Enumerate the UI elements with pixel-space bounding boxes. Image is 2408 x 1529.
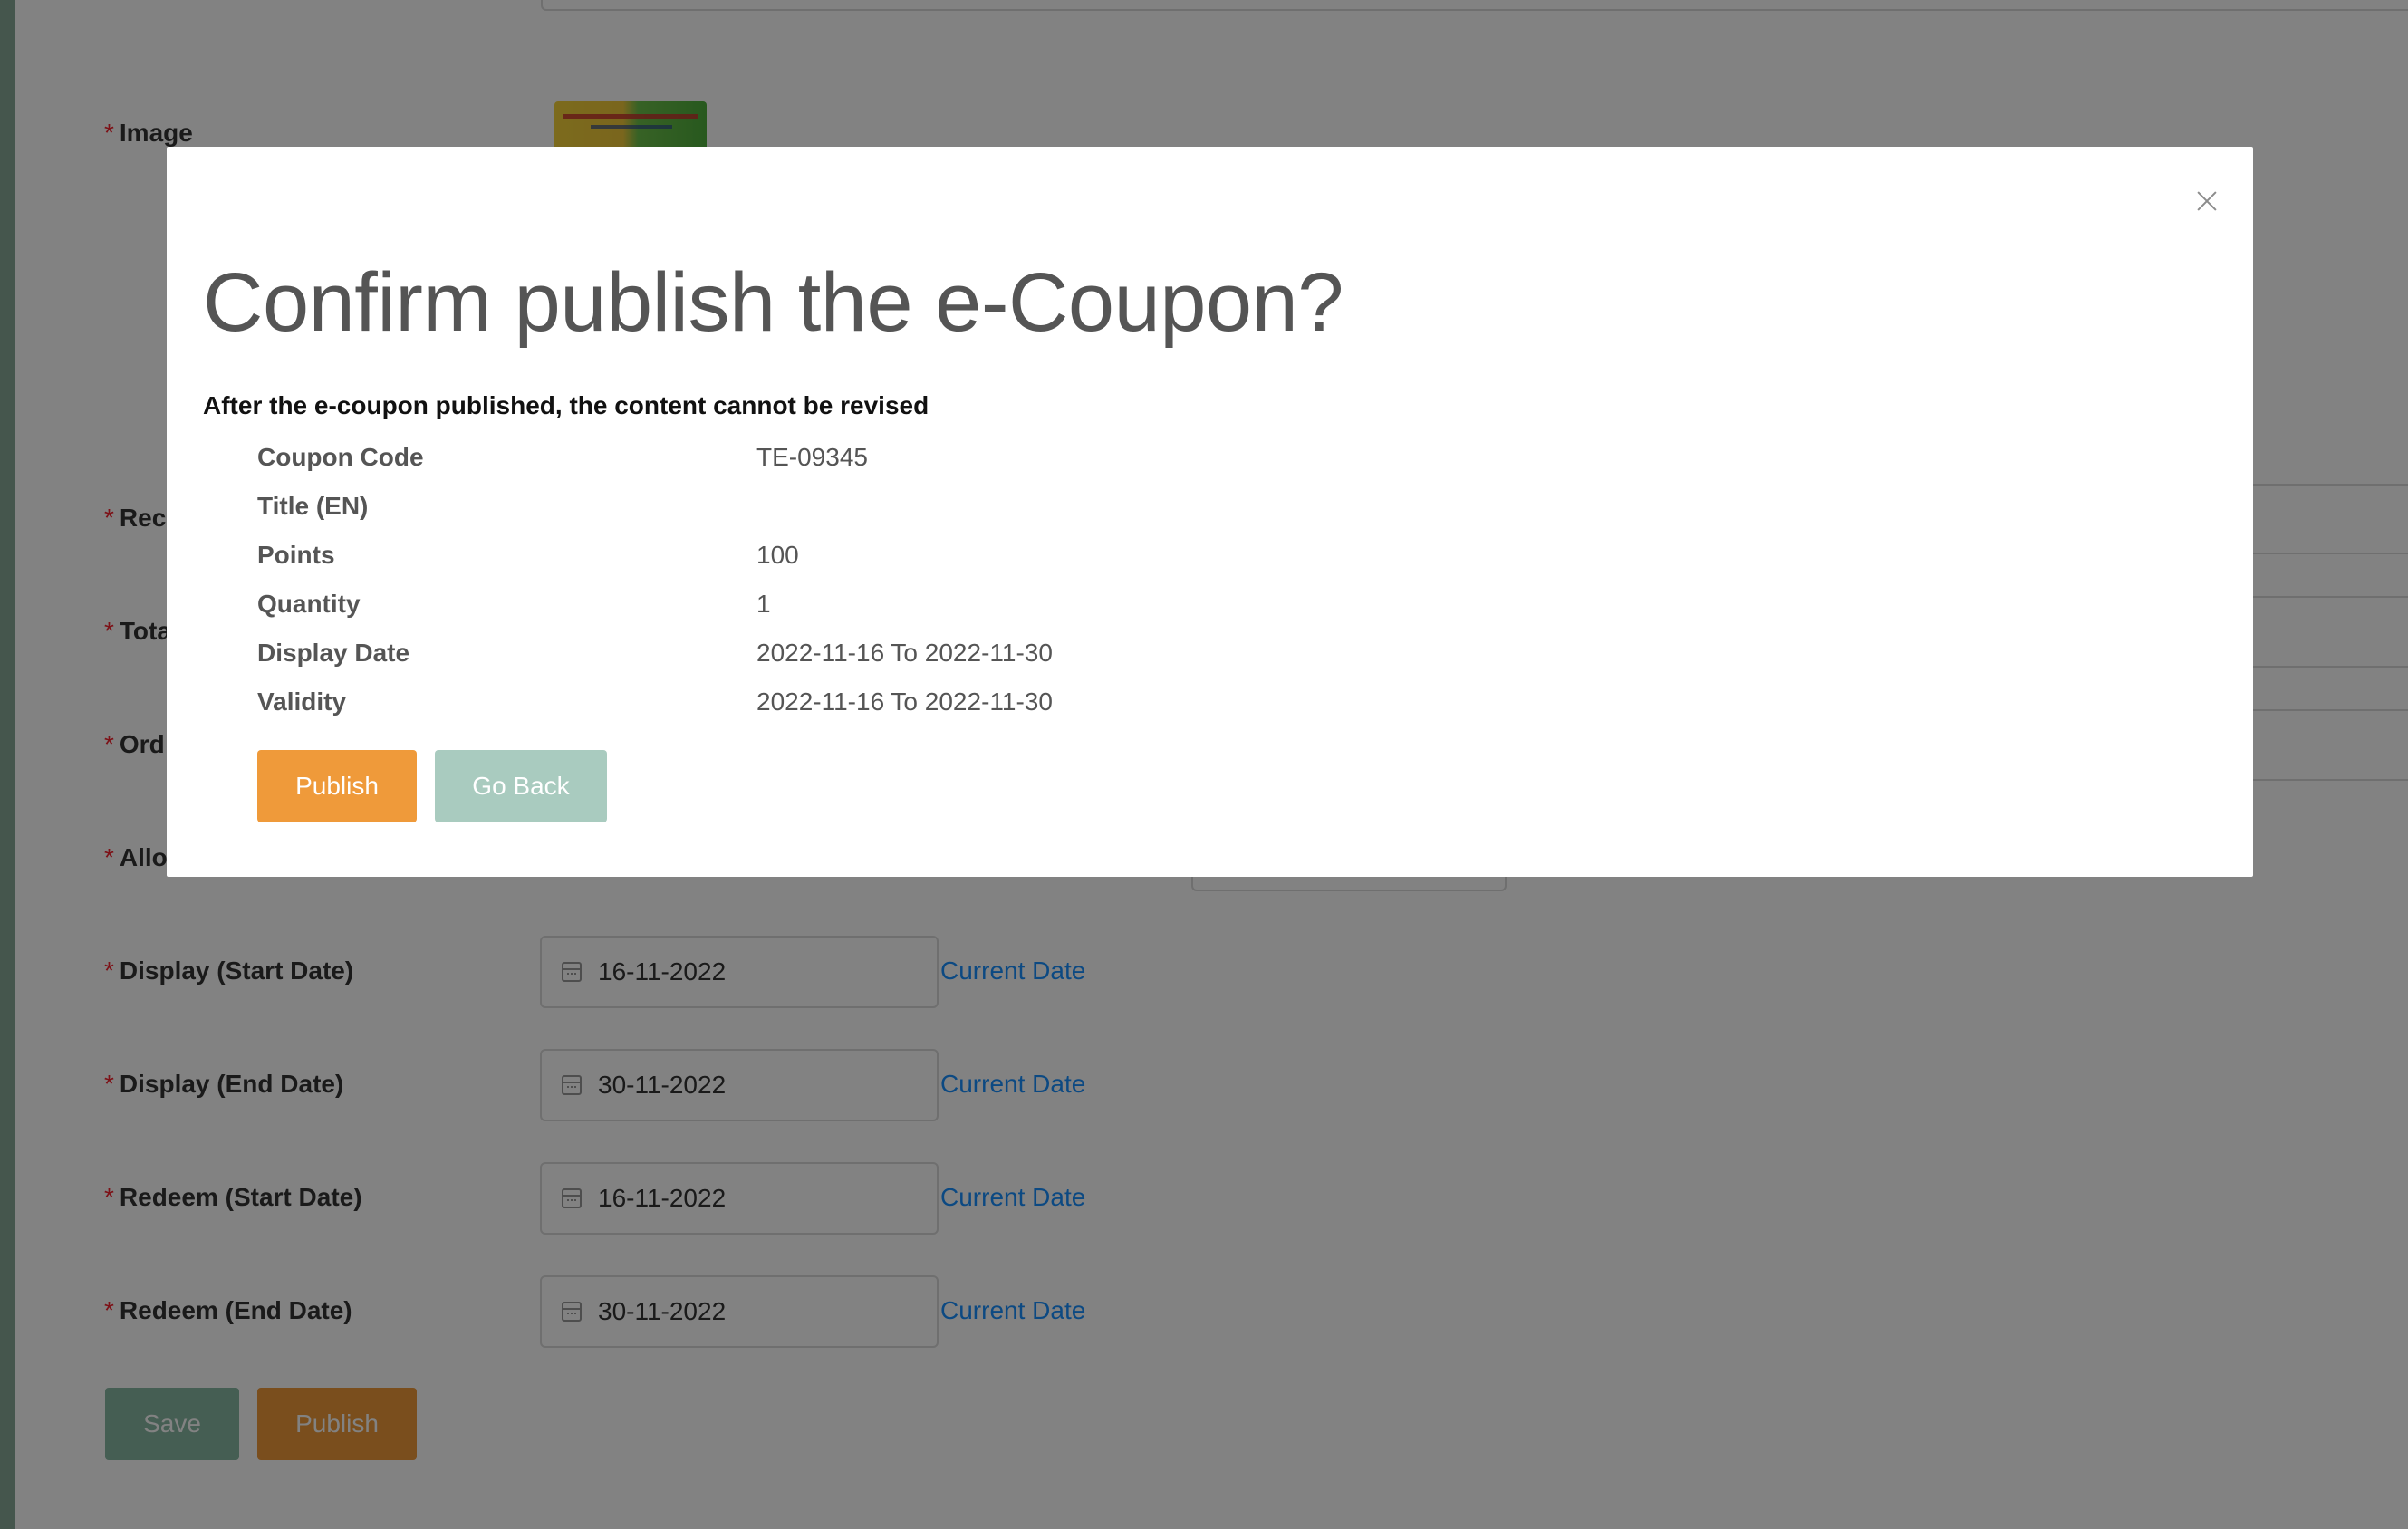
confirm-publish-modal: Confirm publish the e-Coupon? After the … <box>167 147 2253 877</box>
modal-title: Confirm publish the e-Coupon? <box>203 256 1344 349</box>
detail-row-display-date: Display Date 2022-11-16 To 2022-11-30 <box>257 629 1344 678</box>
detail-label: Validity <box>257 688 347 716</box>
detail-label: Title (EN) <box>257 492 369 520</box>
detail-row-quantity: Quantity 1 <box>257 580 1344 629</box>
modal-publish-button[interactable]: Publish <box>257 750 417 822</box>
detail-label: Display Date <box>257 639 410 667</box>
detail-row-coupon-code: Coupon Code TE-09345 <box>257 433 1344 482</box>
detail-label: Points <box>257 541 335 569</box>
detail-value: 2022-11-16 To 2022-11-30 <box>756 688 1053 716</box>
detail-value: 1 <box>756 590 771 618</box>
detail-label: Coupon Code <box>257 443 424 471</box>
detail-row-validity: Validity 2022-11-16 To 2022-11-30 <box>257 678 1344 726</box>
detail-row-points: Points 100 <box>257 531 1344 580</box>
detail-label: Quantity <box>257 590 361 618</box>
detail-value: TE-09345 <box>756 443 868 471</box>
modal-warning-text: After the e-coupon published, the conten… <box>203 391 929 419</box>
detail-row-title-en: Title (EN) <box>257 482 1344 531</box>
detail-value: 100 <box>756 541 799 569</box>
close-icon[interactable] <box>2191 185 2223 217</box>
go-back-button[interactable]: Go Back <box>435 750 607 822</box>
detail-value: 2022-11-16 To 2022-11-30 <box>756 639 1053 667</box>
